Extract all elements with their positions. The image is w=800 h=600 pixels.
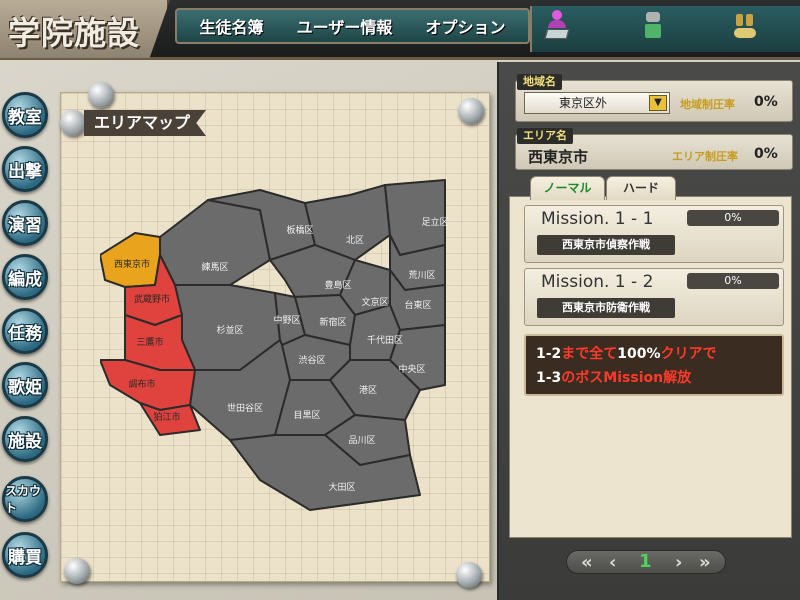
label-suginami: 杉並区 [216,324,243,336]
area-name: 西東京市 [528,148,589,166]
label-adachi: 足立区 [421,216,448,228]
side-btn-classroom[interactable]: 教室 [2,92,48,138]
tab-normal[interactable]: ノーマル [530,176,605,200]
tab-hard[interactable]: ハード [606,176,676,200]
title-plate: 学院施設 [0,0,170,58]
notice-text: 1-3 [536,370,562,386]
label-bunkyo: 文京区 [361,296,388,308]
label-shinagawa: 品川区 [348,435,375,446]
label-taito: 台東区 [404,299,431,311]
label-kita: 北区 [346,235,364,246]
dropdown-arrow-icon[interactable]: ▼ [649,95,667,111]
label-chuo: 中央区 [398,363,425,375]
top-icon-bar [530,6,800,52]
label-chiyoda: 千代田区 [367,335,403,346]
area-rate-value: 0% [754,146,778,162]
mission-progress: 0% [687,210,779,226]
unlock-notice: 1-2まで全て100%クリアで 1-3のボスMission解放 [524,334,784,396]
top-menu: 生徒名簿 ユーザー情報 オプション [175,8,530,44]
menu-user-info[interactable]: ユーザー情報 [297,14,393,38]
label-toshima: 豊島区 [324,279,351,291]
side-btn-facilities[interactable]: 施設 [2,416,48,462]
pager-first[interactable]: « [581,552,593,573]
area-tag: エリア名 [517,128,573,144]
label-nakano: 中野区 [273,314,300,326]
region-tag: 地域名 [517,74,562,90]
pin-bottom-right [456,562,482,588]
notice-text: クリアで [660,346,717,362]
pin-bottom-left [64,558,90,584]
menu-options[interactable]: オプション [425,14,505,38]
pager-last[interactable]: » [699,552,711,573]
pager: « ‹ 1 › » [566,550,726,574]
pager-next[interactable]: › [675,552,682,573]
notice-text: のボスMission解放 [561,370,692,386]
mission-progress: 0% [687,273,779,289]
pin-top-right [458,98,484,124]
notice-text: 100% [617,346,661,362]
region-dropdown[interactable]: 東京区外 ▼ [524,92,670,114]
side-btn-exercise[interactable]: 演習 [2,200,48,246]
pager-current: 1 [639,551,652,572]
mission-subtitle: 西東京市防衛作戦 [537,298,675,318]
side-btn-divas[interactable]: 歌姫 [2,362,48,408]
mission-title: Mission. 1 - 2 [541,272,654,292]
item-bag-icon[interactable] [734,12,756,42]
mission-card-1[interactable]: Mission. 1 - 1 西東京市偵察作戦 0% [524,205,784,263]
pin-left [60,110,86,136]
label-meguro: 目黒区 [293,410,320,421]
label-shibuya: 渋谷区 [298,354,325,366]
region-rate-value: 0% [754,94,778,110]
label-musashino: 武蔵野市 [134,293,170,305]
label-nishitokyo: 西東京市 [114,258,150,270]
side-btn-shop[interactable]: 購買 [2,532,48,578]
area-map: 西東京市 武蔵野市 三鷹市 調布市 狛江市 練馬区 杉並区 世田谷区 板橋区 北… [100,179,449,511]
area-rate-label: エリア制圧率 [672,150,738,163]
label-mitaka: 三鷹市 [136,336,163,348]
label-setagaya: 世田谷区 [227,402,263,414]
mission-card-2[interactable]: Mission. 1 - 2 西東京市防衛作戦 0% [524,268,784,326]
side-btn-quests[interactable]: 任務 [2,308,48,354]
label-minato: 港区 [359,384,377,396]
label-nerima: 練馬区 [201,261,228,273]
label-arakawa: 荒川区 [408,270,435,281]
notice-text: 1-2 [536,346,562,362]
mission-title: Mission. 1 - 1 [541,209,654,229]
label-ota: 大田区 [328,481,355,493]
label-chofu: 調布市 [128,378,155,390]
label-komae: 狛江市 [153,411,180,423]
label-itabashi: 板橋区 [286,224,313,236]
area-map-label: エリアマップ [84,110,207,136]
user-card-icon[interactable] [544,10,570,40]
region-dropdown-value: 東京区外 [559,96,608,110]
top-bar: 学院施設 生徒名簿 ユーザー情報 オプション [0,0,800,60]
app-title: 学院施設 [8,14,141,52]
region-rate-label: 地域制圧率 [680,98,735,111]
label-shinjuku: 新宿区 [319,316,346,328]
mission-subtitle: 西東京市偵察作戦 [537,235,675,255]
robot-icon[interactable] [642,12,664,42]
menu-student-roster[interactable]: 生徒名簿 [200,14,264,38]
side-btn-scout[interactable]: スカウト [2,476,48,522]
side-btn-formation[interactable]: 編成 [2,254,48,300]
notice-text: まで全て [561,346,618,362]
pin-top-left [88,82,114,108]
side-btn-sortie[interactable]: 出撃 [2,146,48,192]
pager-prev[interactable]: ‹ [609,552,616,573]
